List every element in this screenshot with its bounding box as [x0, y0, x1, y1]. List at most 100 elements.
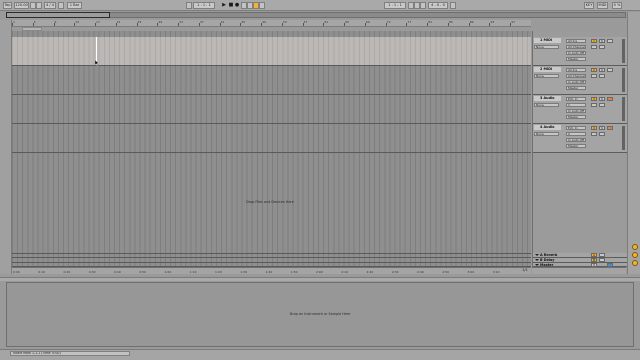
- input-type-select[interactable]: None: [534, 74, 559, 78]
- punch-out-button[interactable]: [420, 2, 426, 9]
- track-lane-4-audio[interactable]: [12, 124, 531, 153]
- time-ruler-label: 1:30: [240, 270, 247, 274]
- loop-start-field[interactable]: 1 . 1 . 1: [384, 2, 406, 9]
- ruler-tick: [344, 23, 346, 26]
- sends-toggle-icon[interactable]: [632, 252, 638, 258]
- detail-view-separator[interactable]: [0, 277, 640, 281]
- input-type-select[interactable]: None: [534, 132, 559, 136]
- input-source-select[interactable]: All Ins: [566, 68, 586, 72]
- ruler-bar-label: 53: [282, 20, 287, 24]
- draw-mode-button[interactable]: [450, 2, 456, 9]
- record-icon[interactable]: ●: [234, 2, 240, 9]
- output-select[interactable]: Master: [566, 144, 586, 148]
- input-source-select[interactable]: All Ins: [566, 39, 586, 43]
- track-header-panel: 1 MIDI None All Ins All Channels In Auto Off…: [532, 31, 627, 267]
- return-activator-button[interactable]: B: [591, 258, 597, 262]
- track-name[interactable]: 4 Audio: [534, 125, 561, 130]
- volume-field[interactable]: [591, 45, 597, 49]
- meter-field[interactable]: 4 / 4: [44, 2, 56, 9]
- input-channel-select[interactable]: 2: [566, 132, 586, 136]
- solo-button[interactable]: S: [599, 126, 605, 130]
- track-header-4[interactable]: 4 Audio None Ext. In 2 In Auto Off Master 4 S: [533, 124, 627, 153]
- track-header-1[interactable]: 1 MIDI None All Ins All Channels In Auto Off…: [533, 37, 627, 66]
- arm-button[interactable]: [607, 39, 613, 43]
- zoom-display[interactable]: 1/1: [519, 267, 531, 274]
- solo-button[interactable]: S: [599, 97, 605, 101]
- track-header-3[interactable]: 3 Audio None Ext. In 1 In Auto Off Master 3 S: [533, 95, 627, 124]
- output-select[interactable]: Master: [566, 86, 586, 90]
- return-name[interactable]: A Reverb: [534, 253, 561, 257]
- monitor-select[interactable]: In Auto Off: [566, 109, 586, 113]
- track-name[interactable]: 2 MIDI: [534, 67, 561, 72]
- monitor-select[interactable]: In Auto Off: [566, 80, 586, 84]
- output-select[interactable]: Master: [566, 57, 586, 61]
- drop-instrument-hint: Drop an Instrument or Sample Here: [289, 312, 351, 316]
- input-source-select[interactable]: Ext. In: [566, 126, 586, 130]
- arm-button[interactable]: [607, 126, 613, 130]
- level-meter: [622, 126, 625, 150]
- time-ruler-label: 2:40: [417, 270, 424, 274]
- ruler-bar-label: 73: [386, 20, 391, 24]
- return-solo-button[interactable]: [599, 258, 605, 262]
- track-name[interactable]: 3 Audio: [534, 96, 561, 101]
- arm-button[interactable]: [607, 68, 613, 72]
- pan-field[interactable]: [599, 74, 605, 78]
- time-ruler-label: 3:10: [492, 270, 500, 274]
- session-record-button[interactable]: [259, 2, 265, 9]
- volume-field[interactable]: [591, 132, 597, 136]
- ruler-tick: [261, 23, 263, 26]
- pan-field[interactable]: [599, 103, 605, 107]
- play-icon[interactable]: ▶: [221, 2, 227, 9]
- status-message: Insert Mark 1.1.1 (Time: 0:00): [10, 351, 130, 356]
- input-type-select[interactable]: None: [534, 45, 559, 49]
- pan-field[interactable]: [599, 45, 605, 49]
- return-solo-button[interactable]: [599, 253, 605, 257]
- midi-map-button[interactable]: MIDI: [597, 2, 608, 9]
- time-ruler-label: 1:20: [215, 270, 222, 274]
- return-name[interactable]: B Delay: [534, 258, 561, 262]
- time-ruler-label: 0:00: [13, 270, 20, 274]
- input-source-select[interactable]: Ext. In: [566, 97, 586, 101]
- follow-button[interactable]: [186, 2, 192, 9]
- input-channel-select[interactable]: All Channels: [566, 45, 586, 49]
- track-name[interactable]: 1 MIDI: [534, 38, 561, 43]
- arm-button[interactable]: [607, 97, 613, 101]
- time-ruler-bottom[interactable]: 0:00 0:10 0:20 0:30 0:40 0:50 1:00 1:10 1:20 1:30…: [12, 267, 531, 274]
- output-select[interactable]: Master: [566, 115, 586, 119]
- quantize-menu[interactable]: 1 Bar: [67, 2, 82, 9]
- track-activator-button[interactable]: 1: [591, 39, 597, 43]
- pan-field[interactable]: [599, 132, 605, 136]
- track-lane-1-midi[interactable]: [12, 37, 531, 66]
- input-channel-select[interactable]: 1: [566, 103, 586, 107]
- track-activator-button[interactable]: 3: [591, 97, 597, 101]
- track-activator-button[interactable]: 4: [591, 126, 597, 130]
- return-activator-button[interactable]: A: [591, 253, 597, 257]
- tempo-field[interactable]: 120.00: [14, 2, 29, 9]
- tap-button[interactable]: Tap: [3, 2, 12, 9]
- input-type-select[interactable]: None: [534, 103, 559, 107]
- mixer-toggle-icon[interactable]: [632, 260, 638, 266]
- ruler-bar-label: 81: [428, 20, 433, 24]
- track-lane-3-audio[interactable]: [12, 95, 531, 124]
- overview-viewport[interactable]: [6, 12, 110, 18]
- position-field[interactable]: 1 . 1 . 1: [193, 2, 215, 9]
- metronome-button[interactable]: [58, 2, 64, 9]
- volume-field[interactable]: [591, 74, 597, 78]
- ruler-tick: [281, 23, 283, 26]
- monitor-select[interactable]: In Auto Off: [566, 138, 586, 142]
- solo-button[interactable]: S: [599, 68, 605, 72]
- loop-length-field[interactable]: 4 . 0 . 0: [428, 2, 448, 9]
- track-lane-2-midi[interactable]: [12, 66, 531, 95]
- arrangement-view[interactable]: [12, 31, 531, 267]
- track-activator-button[interactable]: 2: [591, 68, 597, 72]
- input-channel-select[interactable]: All Channels: [566, 74, 586, 78]
- beat-time-ruler[interactable]: 1 5 9 13 17 21 25 29 33 37 41 45 49 53 57 61 65 69 73 77 81 8…: [12, 20, 531, 27]
- ruler-bar-label: 37: [199, 20, 204, 24]
- track-header-2[interactable]: 2 MIDI None All Ins All Channels In Auto Off…: [533, 66, 627, 95]
- monitor-select[interactable]: In Auto Off: [566, 51, 586, 55]
- key-map-button[interactable]: KEY: [584, 2, 594, 9]
- volume-field[interactable]: [591, 103, 597, 107]
- nudge-up-button[interactable]: [36, 2, 42, 9]
- io-toggle-icon[interactable]: [632, 244, 638, 250]
- solo-button[interactable]: S: [599, 39, 605, 43]
